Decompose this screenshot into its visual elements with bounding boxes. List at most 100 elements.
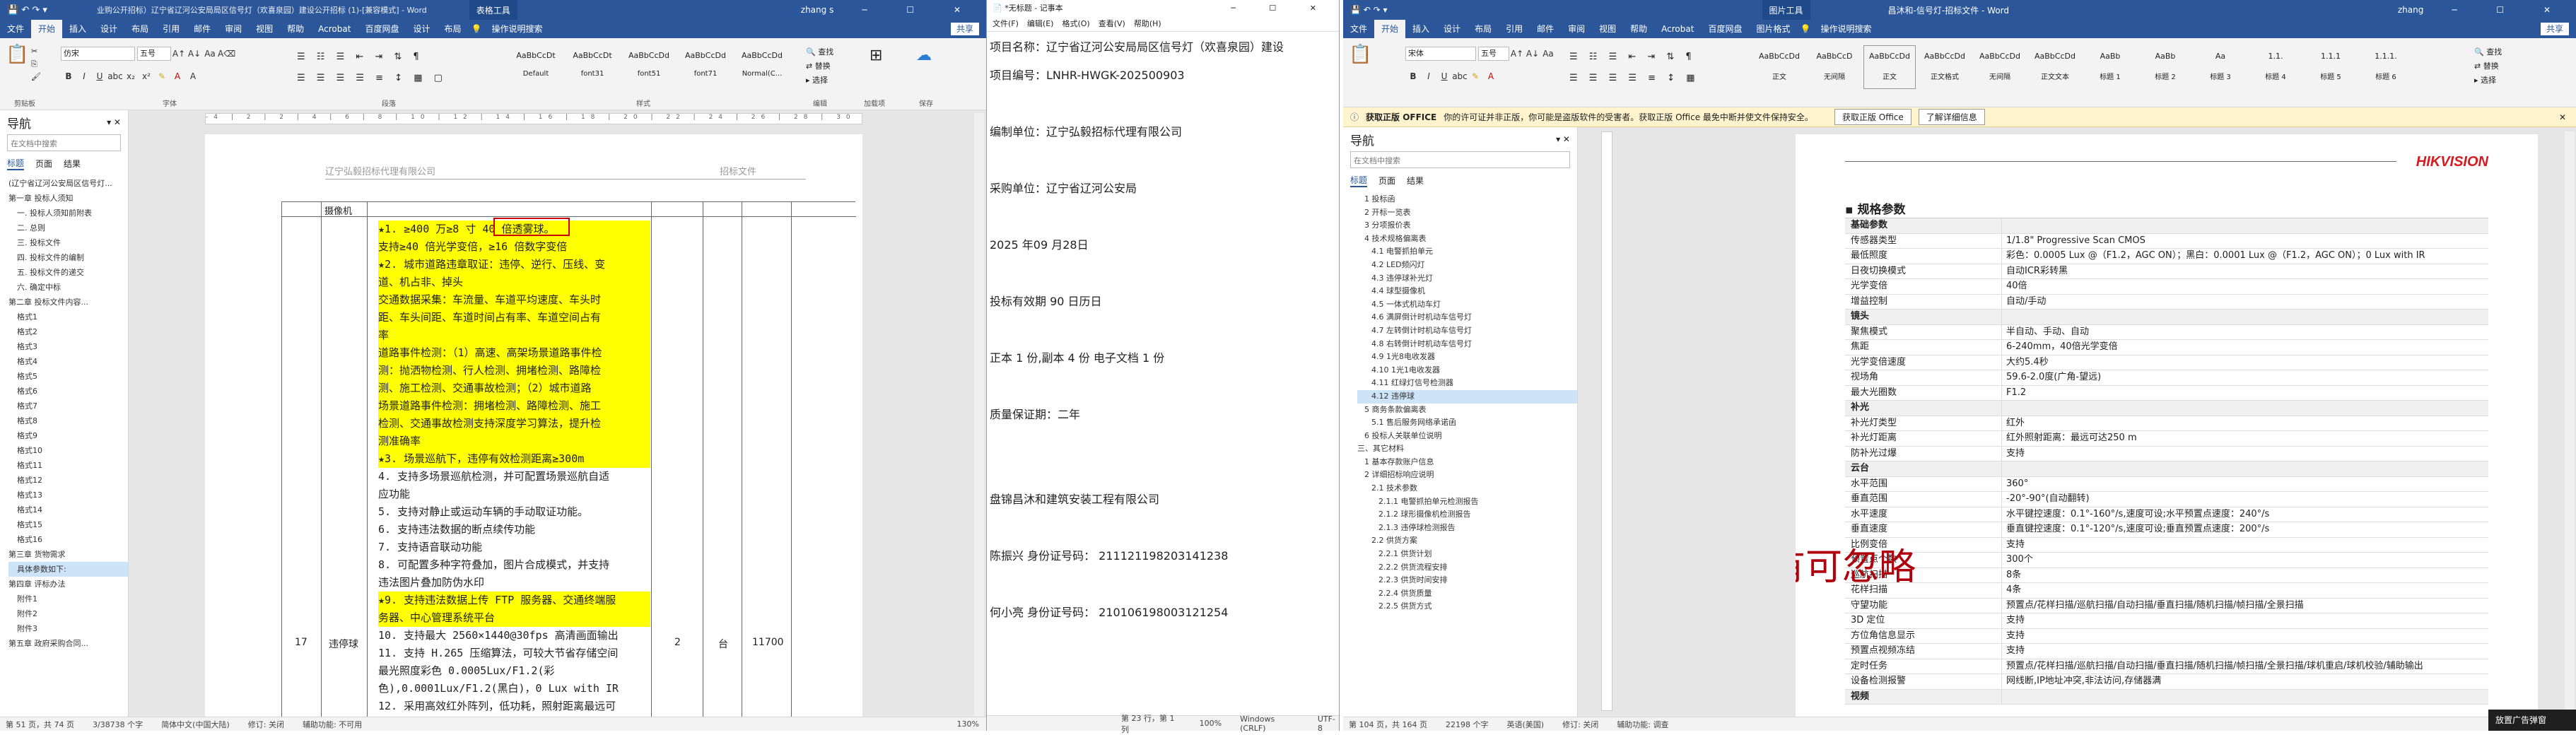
get-office-button[interactable]: 获取正版 Office [1834,109,1911,125]
tab-design[interactable]: 设计 [93,20,124,38]
paste-button[interactable]: 📋 [6,44,30,65]
r-nav-item[interactable]: 4.11 红绿灯信号检测器 [1357,377,1577,390]
r-status-page[interactable]: 第 104 页，共 164 页 [1349,719,1427,730]
notepad-line[interactable] [990,316,1336,344]
spec-line[interactable]: 6. 支持违法数据的断点续传功能 [378,521,650,539]
r-change-case-icon[interactable]: Aa [1540,47,1556,61]
r-tab-baidu[interactable]: 百度网盘 [1701,20,1749,38]
nav-item[interactable]: 格式16 [8,532,128,547]
r-nav-item[interactable]: 2.2.2 供货流程安排 [1357,561,1577,575]
zoom-level[interactable]: 130% [957,719,979,729]
r-tab-references[interactable]: 引用 [1499,20,1530,38]
strike-icon[interactable]: abc [107,69,123,83]
tab-help[interactable]: 帮助 [280,20,311,38]
tab-view[interactable]: 视图 [249,20,280,38]
user-name[interactable]: zhang s [801,5,834,15]
r-share-button[interactable]: 共享 [2540,23,2569,35]
spec-line[interactable]: 测：抛洒物检测、行人检测、拥堵检测、路障检 [378,362,650,380]
cell-name[interactable]: 摄像机 [324,204,352,217]
spec-line[interactable]: 应功能 [378,486,650,503]
nav-item[interactable]: 附件3 [8,621,128,636]
nav-item[interactable]: 二. 总则 [8,220,128,235]
styles-gallery[interactable]: AaBbCcDt Default AaBbCcDt font31 AaBbCcDd fon… [509,45,792,89]
tab-mailings[interactable]: 邮件 [187,20,218,38]
font-size-box[interactable]: 五号 [137,47,171,61]
r-grow-font-icon[interactable]: A↑ [1509,47,1525,61]
spec-line[interactable]: 10. 支持最大 2560×1440@30fps 高清画面输出 [378,627,650,645]
notepad-line[interactable] [990,514,1336,542]
r-nav-item[interactable]: 5 商务条款偏离表 [1357,404,1577,417]
subscript-icon[interactable]: x₂ [123,69,139,83]
r-style-3[interactable]: AaBbCcDd 正文 [1863,45,1916,89]
tab-references[interactable]: 引用 [156,20,187,38]
status-accessibility[interactable]: 辅助功能: 不可用 [303,719,362,730]
r-tab-design[interactable]: 设计 [1436,20,1468,38]
r-nav-item[interactable]: 4.10 1光1电收发器 [1357,364,1577,377]
r-nav-item[interactable]: 5.1 售后服务网络承诺函 [1357,416,1577,430]
r-nav-item[interactable]: 4.1 电警抓拍单元 [1357,245,1577,259]
nav-item[interactable]: 第三章 货物需求 [8,547,128,562]
nav-item[interactable]: 格式10 [8,443,128,458]
r-paste-button[interactable]: 📋 [1349,44,1371,65]
r-nav-close-icon[interactable]: ▾ ✕ [1556,134,1570,144]
r-nav-item[interactable]: 4.2 LED频闪灯 [1357,259,1577,272]
notepad-line[interactable]: 盘锦昌沐和建筑安装工程有限公司 [990,486,1336,514]
notepad-line[interactable]: 正本 1 份,副本 4 份 电子文档 1 份 [990,344,1336,372]
clear-format-icon[interactable]: A⌫ [218,47,235,61]
nav-item[interactable]: (辽宁省辽河公安局区信号灯... [8,176,128,191]
r-nav-item[interactable]: 2 开标一览表 [1357,206,1577,220]
char-shade-icon[interactable]: A [185,69,201,83]
spec-line[interactable]: 测、施工检测、交通事故检测；（2）城市道路 [378,380,650,397]
spec-line[interactable]: 11. 支持 H.265 压缩算法，可较大节省存储空间 [378,645,650,662]
r-nav-item[interactable]: 2.2.1 供货计划 [1357,548,1577,561]
r-style-4[interactable]: AaBbCcDd 正文格式 [1919,46,1971,90]
window-controls[interactable]: ─ ☐ ✕ [862,5,979,15]
nav-tab-pages[interactable]: 页面 [35,158,52,170]
r-nav-item[interactable]: 2.1.1 电警抓拍单元检测报告 [1357,495,1577,509]
r-style-11[interactable]: 1.1.1 标题 5 [2305,46,2357,90]
superscript-icon[interactable]: x² [139,69,154,83]
r-nav-item[interactable]: 1 基本存款账户信息 [1357,456,1577,469]
nav-item[interactable]: 格式7 [8,399,128,413]
r-status-language[interactable]: 英语(美国) [1506,719,1544,730]
spec-line[interactable]: 12. 采用高效红外阵列，低功耗，照射距离最远可 [378,698,650,715]
r-tab-review[interactable]: 审阅 [1561,20,1592,38]
menu-view[interactable]: 查看(V) [1099,18,1125,29]
spec-line[interactable]: 距、车头间距、车道时间占有率、车道空间占有 [378,309,650,327]
r-nav-item[interactable]: 4.6 满屏倒计时机动车信号灯 [1357,311,1577,324]
spec-line[interactable]: 违法图片叠加防伪水印 [378,574,650,592]
notepad-controls[interactable]: ─ ☐ ✕ [1231,4,1332,13]
r-nav-item[interactable]: 2.2 供货方案 [1357,534,1577,548]
r-paragraph-buttons[interactable]: ☰ ☷ ☰ ⇤ ⇥ ⇅ ¶ ☰ ☰ ☰ ☰ ≡ ↕ ▦ [1569,47,1746,89]
nav-item[interactable]: 格式11 [8,458,128,473]
r-tell-me-search[interactable]: 操作说明搜索 [1813,20,1878,38]
spec-line[interactable]: ★2. 城市道路违章取证：违停、逆行、压线、变 [378,256,650,274]
r-tab-file[interactable]: 文件 [1343,20,1374,38]
nav-item[interactable]: 附件2 [8,606,128,621]
spec-line[interactable]: 7. 支持语音联动功能 [378,539,650,556]
shrink-font-icon[interactable]: A↓ [187,47,202,61]
notepad-line[interactable] [990,570,1336,599]
tab-file[interactable]: 文件 [0,20,31,38]
nav-item[interactable]: 格式8 [8,413,128,428]
style-font31[interactable]: AaBbCcDt font31 [566,45,619,89]
spec-line[interactable]: 率 [378,327,650,344]
r-nav-item[interactable]: 4.8 右转倒计时机动车信号灯 [1357,338,1577,351]
menu-file[interactable]: 文件(F) [993,18,1019,29]
r-style-5[interactable]: AaBbCcDd 无间隔 [1974,46,2026,90]
font-color-icon[interactable]: A [170,69,185,83]
row-unit[interactable]: 台 [718,637,728,651]
select-button[interactable]: ▸ 选择 [806,74,833,88]
r-user-name[interactable]: zhang [2398,5,2423,15]
spec-line[interactable]: 8. 可配置多种字符叠加，图片合成模式，并支持 [378,556,650,574]
spec-line[interactable]: 交通数据采集：车流量、车道平均速度、车头时 [378,291,650,309]
notepad-line[interactable]: 编制单位：辽宁弘毅招标代理有限公司 [990,118,1336,146]
r-style-2[interactable]: AaBbCcD 无间隔 [1808,46,1861,90]
taskbar-popup[interactable]: 放置广告弹窗 [2488,710,2576,731]
r-shrink-font-icon[interactable]: A↓ [1525,47,1540,61]
r-tab-home[interactable]: 开始 [1374,20,1406,38]
grow-font-icon[interactable]: A↑ [171,47,187,61]
learn-more-button[interactable]: 了解详细信息 [1918,109,1985,125]
nav-tab-results[interactable]: 结果 [64,158,81,170]
r-style-12[interactable]: 1.1.1. 标题 6 [2360,46,2412,90]
